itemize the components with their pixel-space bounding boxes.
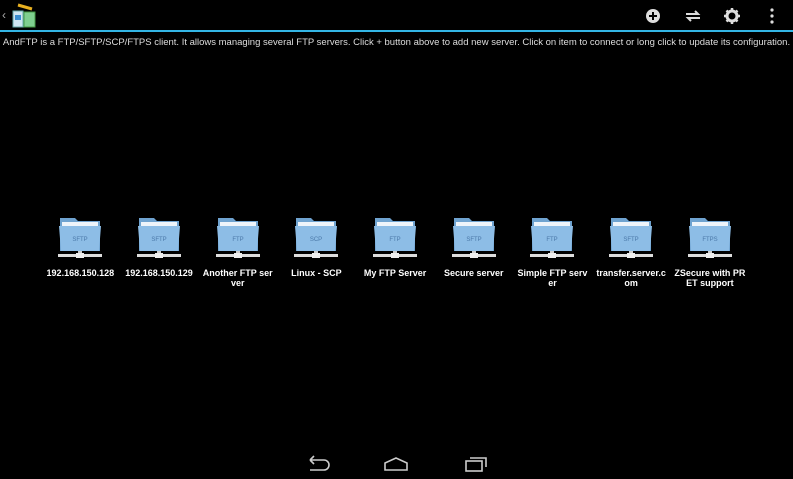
back-nav-icon[interactable] <box>302 455 332 473</box>
server-name: Secure server <box>444 268 504 278</box>
network-folder-icon: SFTP <box>609 218 654 258</box>
transfer-button[interactable] <box>683 6 703 26</box>
home-nav-icon[interactable] <box>381 455 411 473</box>
add-icon <box>646 9 660 23</box>
server-item[interactable]: SFTP 192.168.150.128 <box>41 214 120 288</box>
server-name: ZSecure with PRET support <box>674 268 746 288</box>
settings-button[interactable] <box>722 6 742 26</box>
server-item[interactable]: SCP Linux - SCP <box>277 214 356 288</box>
app-logo-icon[interactable] <box>10 3 38 29</box>
server-name: Linux - SCP <box>291 268 342 278</box>
network-folder-icon: SFTP <box>137 218 182 258</box>
server-name: Simple FTP server <box>517 268 588 288</box>
description-text: AndFTP is a FTP/SFTP/SCP/FTPS client. It… <box>2 37 791 48</box>
network-folder-icon: FTP <box>215 218 260 258</box>
server-item[interactable]: FTP Another FTP server <box>198 214 277 288</box>
server-type: FTPS <box>702 237 717 243</box>
server-name: My FTP Server <box>363 268 427 278</box>
server-item[interactable]: SFTP transfer.server.com <box>592 214 671 288</box>
network-folder-icon: SCP <box>294 218 339 258</box>
network-folder-icon: SFTP <box>58 218 103 258</box>
action-bar: ‹ <box>0 0 793 32</box>
network-folder-icon: SFTP <box>451 218 496 258</box>
server-type: SCP <box>310 237 322 243</box>
recents-nav-icon[interactable] <box>461 455 491 473</box>
overflow-menu-button[interactable] <box>762 6 782 26</box>
server-item[interactable]: FTP Simple FTP server <box>513 214 592 288</box>
server-name: Another FTP server <box>202 268 273 288</box>
overflow-icon <box>770 8 774 24</box>
server-item[interactable]: FTPS ZSecure with PRET support <box>671 214 750 288</box>
server-grid: SFTP 192.168.150.128 SFTP 192.168.150.12… <box>41 214 749 288</box>
up-chevron-icon[interactable]: ‹ <box>2 8 6 22</box>
server-name: 192.168.150.129 <box>125 268 193 278</box>
gear-icon <box>724 8 740 24</box>
server-name: transfer.server.com <box>596 268 666 288</box>
add-server-button[interactable] <box>643 6 663 26</box>
server-type: FTP <box>389 237 400 243</box>
server-item[interactable]: SFTP 192.168.150.129 <box>120 214 199 288</box>
network-folder-icon: FTP <box>530 218 575 258</box>
transfer-icon <box>685 10 701 22</box>
network-folder-icon: FTPS <box>687 218 732 258</box>
server-item[interactable]: FTP My FTP Server <box>356 214 435 288</box>
server-type: SFTP <box>466 237 481 243</box>
server-name: 192.168.150.128 <box>46 268 115 278</box>
network-folder-icon: FTP <box>373 218 418 258</box>
server-type: FTP <box>232 237 243 243</box>
server-type: SFTP <box>151 237 166 243</box>
server-type: SFTP <box>623 237 638 243</box>
server-type: SFTP <box>73 237 88 243</box>
server-item[interactable]: SFTP Secure server <box>434 214 513 288</box>
server-type: FTP <box>547 237 558 243</box>
